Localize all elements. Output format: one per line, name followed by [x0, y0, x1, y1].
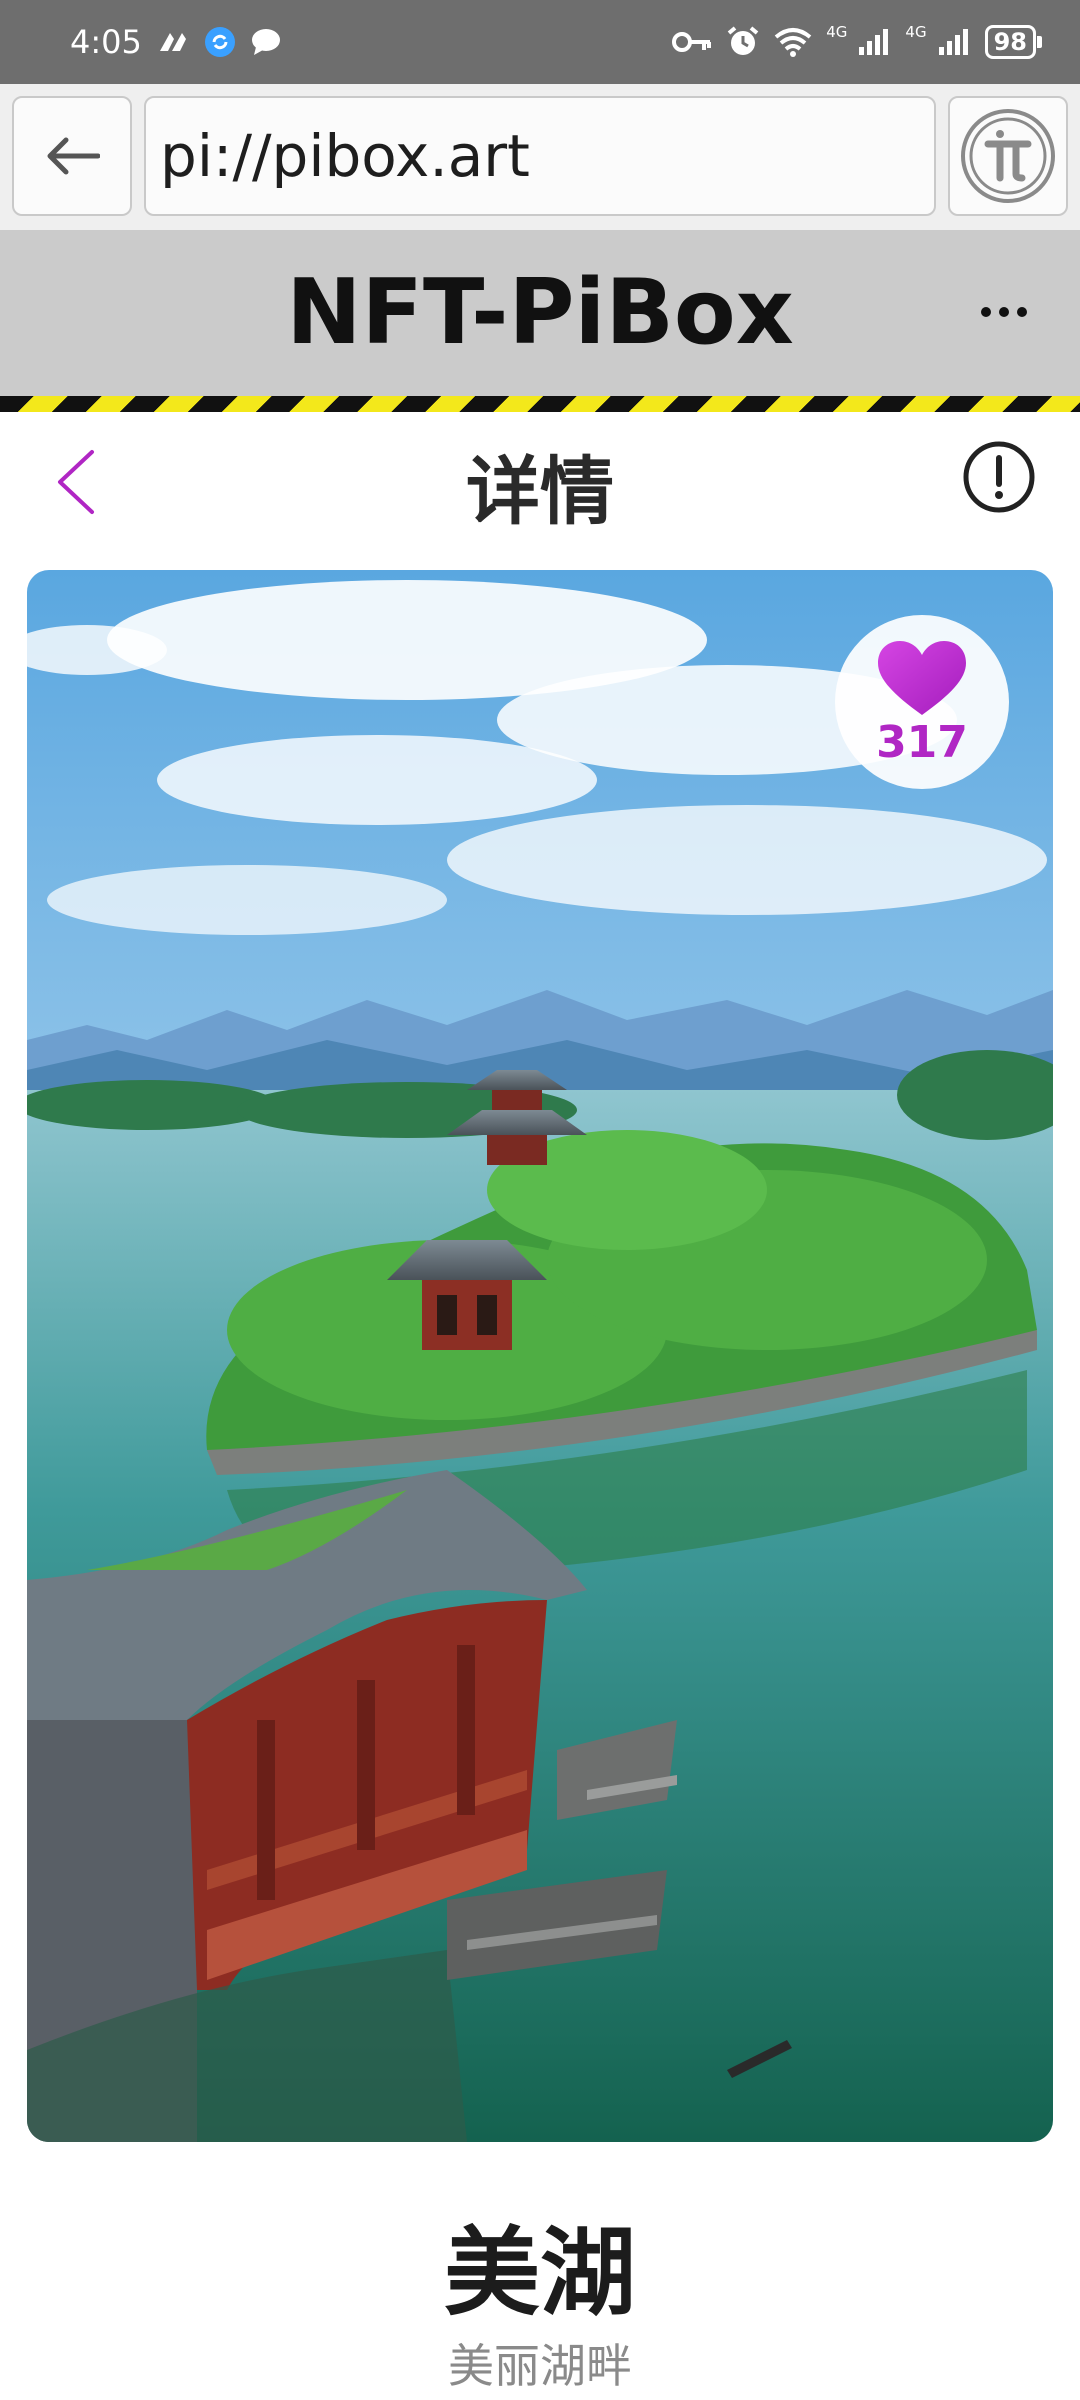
- alarm-icon: [726, 25, 760, 59]
- like-count: 317: [876, 717, 968, 768]
- sync-app-icon: [204, 26, 236, 58]
- report-button[interactable]: [962, 440, 1036, 514]
- more-options-button[interactable]: [974, 292, 1034, 332]
- url-field[interactable]: pi://pibox.art: [144, 96, 936, 216]
- status-right: 4G 4G 98: [672, 22, 1043, 59]
- browser-back-button[interactable]: [12, 96, 132, 216]
- network-label: 4G: [905, 22, 927, 41]
- nft-subtitle: 美丽湖畔: [448, 2339, 632, 2393]
- app-title: NFT-PiBox: [286, 260, 794, 365]
- app-header: NFT-PiBox: [0, 230, 1080, 396]
- page-title: 详情: [466, 449, 614, 535]
- pi-logo-icon: [961, 109, 1055, 203]
- status-time: 4:05: [70, 23, 142, 61]
- network-label: 4G: [826, 22, 848, 41]
- browser-bar: pi://pibox.art: [0, 84, 1080, 230]
- nft-artwork-image[interactable]: [27, 570, 1053, 2142]
- like-button[interactable]: 317: [835, 615, 1009, 789]
- wifi-icon: [774, 27, 812, 57]
- chat-bubble-icon: [250, 27, 282, 57]
- dot: [999, 307, 1009, 317]
- signal-app-icon: [156, 29, 190, 55]
- exclamation-circle-icon: [963, 441, 1035, 513]
- page-nav: 详情: [0, 412, 1080, 552]
- dot: [981, 307, 991, 317]
- status-bar: 4:05 4G 4G 98: [0, 0, 1080, 84]
- nft-title: 美湖: [444, 2217, 636, 2329]
- cell-signal-icon: [937, 27, 971, 57]
- heart-icon: [878, 641, 966, 715]
- pi-wallet-button[interactable]: [948, 96, 1068, 216]
- key-icon: [672, 30, 712, 54]
- arrow-left-icon: [47, 137, 100, 175]
- battery-indicator: 98: [984, 25, 1043, 59]
- cell-signal-icon: [857, 27, 891, 57]
- hazard-stripe-divider: [0, 396, 1080, 412]
- dot: [1017, 307, 1027, 317]
- status-left: 4:05: [70, 23, 282, 61]
